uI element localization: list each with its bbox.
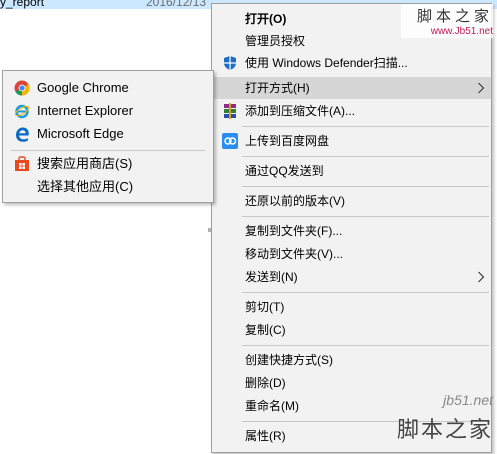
menu-item-move-to-folder[interactable]: 移动到文件夹(V)... — [212, 243, 491, 265]
edge-icon — [16, 127, 29, 142]
store-icon — [15, 156, 29, 171]
menu-item-defender-scan[interactable]: 使用 Windows Defender扫描... — [212, 52, 491, 74]
menu-item-send-via-qq[interactable]: 通过QQ发送到 — [212, 160, 491, 182]
windows-defender-icon — [224, 56, 236, 70]
menu-item-open-with[interactable]: 打开方式(H) — [212, 77, 491, 99]
menu-item-baidu-upload[interactable]: 上传到百度网盘 — [212, 130, 491, 152]
menu-item-copy-to-folder[interactable]: 复制到文件夹(F)... — [212, 220, 491, 242]
menu-item-send-to[interactable]: 发送到(N) — [212, 266, 491, 288]
winrar-icon — [224, 103, 236, 119]
watermark-bottom: jb51.net 脚本之家 — [367, 392, 497, 454]
menu-separator — [242, 186, 489, 187]
open-with-submenu: Google Chrome Internet Explorer Microsof… — [2, 70, 214, 203]
context-menu: 打开(O) 管理员授权 使用 Windows Defender扫描... 打开方… — [211, 3, 492, 453]
menu-item-delete[interactable]: 删除(D) — [212, 372, 491, 394]
chrome-icon — [14, 80, 30, 96]
watermark-url: www.Jb51.net — [430, 26, 493, 37]
submenu-item-google-chrome[interactable]: Google Chrome — [3, 77, 213, 99]
submenu-item-search-store[interactable]: 搜索应用商店(S) — [3, 153, 213, 175]
submenu-separator — [11, 150, 205, 151]
menu-separator — [242, 292, 489, 293]
menu-item-create-shortcut[interactable]: 创建快捷方式(S) — [212, 349, 491, 371]
baidu-netdisk-icon — [222, 133, 238, 149]
submenu-item-internet-explorer[interactable]: Internet Explorer — [3, 100, 213, 122]
file-date: 2016/12/13 — [146, 0, 207, 9]
submenu-item-choose-other-app[interactable]: 选择其他应用(C) — [3, 176, 213, 198]
watermark-top: 脚本之家 www.Jb51.net — [401, 4, 493, 38]
watermark-url: jb51.net — [443, 392, 493, 408]
chevron-right-icon — [478, 82, 485, 94]
watermark-title: 脚本之家 — [396, 417, 493, 442]
menu-item-restore-previous[interactable]: 还原以前的版本(V) — [212, 190, 491, 212]
internet-explorer-icon — [14, 104, 30, 119]
menu-separator — [242, 216, 489, 217]
submenu-item-microsoft-edge[interactable]: Microsoft Edge — [3, 123, 213, 145]
menu-separator — [242, 345, 489, 346]
chevron-right-icon — [478, 271, 485, 283]
menu-separator — [242, 126, 489, 127]
menu-item-cut[interactable]: 剪切(T) — [212, 296, 491, 318]
file-name: y_report — [0, 0, 45, 9]
menu-item-copy[interactable]: 复制(C) — [212, 319, 491, 341]
menu-separator — [242, 156, 489, 157]
menu-item-add-to-archive[interactable]: 添加到压缩文件(A)... — [212, 100, 491, 122]
watermark-title: 脚本之家 — [416, 8, 493, 25]
